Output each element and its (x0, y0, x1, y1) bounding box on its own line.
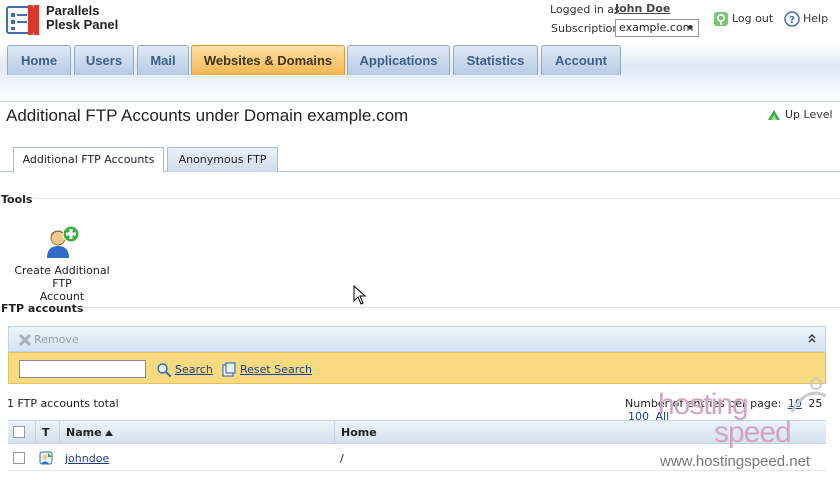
per-page-25[interactable]: 25 (808, 397, 822, 410)
help-label: Help (803, 12, 829, 25)
logout-button[interactable]: Log out (713, 11, 773, 27)
ftp-account-link[interactable]: johndoe (65, 452, 109, 465)
ftp-accounts-heading: FTP accounts (1, 302, 84, 315)
tab-applications[interactable]: Applications (347, 45, 450, 75)
subscription-label: Subscription (551, 22, 620, 35)
column-home[interactable]: Home (341, 426, 377, 439)
logout-icon (714, 12, 728, 26)
help-icon: ? (784, 11, 800, 27)
table-header: T Name Home (8, 420, 826, 444)
create-ftp-label-line1: Create Additional FTP (14, 264, 110, 290)
per-page-10[interactable]: 10 (788, 397, 802, 410)
tab-statistics[interactable]: Statistics (453, 45, 538, 75)
tab-anonymous-ftp[interactable]: Anonymous FTP (167, 147, 278, 172)
column-name-label: Name (66, 426, 102, 439)
ftp-accounts-divider (78, 307, 840, 308)
up-level-label: Up Level (785, 108, 833, 121)
brand-line2: Plesk Panel (46, 17, 119, 32)
logout-label: Log out (732, 12, 774, 25)
collapse-toolbar-icon[interactable] (807, 333, 817, 346)
add-user-icon (47, 225, 80, 258)
column-separator (334, 421, 335, 443)
brand-line1: Parallels (46, 3, 100, 18)
tools-divider (34, 198, 840, 199)
create-ftp-account-button[interactable]: Create Additional FTP Account (6, 224, 118, 303)
reset-search-button[interactable]: Reset Search (221, 362, 312, 378)
search-icon (157, 363, 172, 378)
top-bar: Parallels Plesk Panel Logged in as John … (0, 0, 840, 44)
tab-account[interactable]: Account (541, 45, 621, 75)
sort-ascending-icon (105, 430, 114, 436)
reset-search-label: Reset Search (240, 363, 313, 376)
ftp-user-icon (39, 451, 53, 465)
list-toolbar: Remove (8, 326, 826, 352)
search-label: Search (175, 363, 213, 376)
search-button[interactable]: Search (156, 362, 213, 378)
up-level-button[interactable]: Up Level (766, 107, 833, 123)
select-all-checkbox[interactable] (13, 426, 25, 438)
mouse-cursor-icon (353, 285, 367, 305)
table-row: johndoe / (8, 445, 826, 471)
remove-button[interactable]: Remove (18, 333, 79, 347)
ftp-account-name[interactable]: johndoe (65, 452, 109, 465)
plesk-logo-icon (6, 5, 39, 35)
remove-icon (18, 333, 32, 347)
chevron-down-icon (687, 26, 693, 30)
tab-websites-domains[interactable]: Websites & Domains (191, 45, 345, 75)
up-arrow-icon (768, 110, 780, 120)
page-title: Additional FTP Accounts under Domain exa… (6, 106, 409, 125)
user-name-link[interactable]: John Doe (615, 2, 670, 15)
search-input[interactable] (19, 360, 146, 378)
svg-text:?: ? (789, 15, 795, 26)
reset-search-icon (222, 362, 236, 377)
ftp-account-home: / (340, 452, 344, 465)
help-button[interactable]: ? Help (784, 11, 828, 27)
tab-additional-ftp-accounts[interactable]: Additional FTP Accounts (13, 147, 164, 173)
column-name[interactable]: Name (66, 426, 114, 439)
remove-label: Remove (34, 333, 79, 346)
row-checkbox[interactable] (13, 452, 25, 464)
brand-name: Parallels Plesk Panel (46, 4, 118, 32)
column-type[interactable]: T (42, 426, 50, 439)
per-page-label: Number of entries per page: (625, 397, 782, 410)
subscription-value: example.com (619, 21, 694, 34)
double-chevron-up-icon (808, 334, 816, 343)
search-bar: Search Reset Search (8, 352, 826, 384)
logged-in-label: Logged in as (550, 3, 620, 16)
column-separator (59, 421, 60, 443)
ftp-total-count: 1 FTP accounts total (7, 397, 119, 410)
tab-home[interactable]: Home (7, 45, 71, 75)
tools-heading: Tools (1, 193, 33, 206)
tab-users[interactable]: Users (74, 45, 134, 75)
subscription-select[interactable]: example.com (615, 19, 699, 37)
column-separator (35, 421, 36, 443)
tab-mail[interactable]: Mail (137, 45, 189, 75)
